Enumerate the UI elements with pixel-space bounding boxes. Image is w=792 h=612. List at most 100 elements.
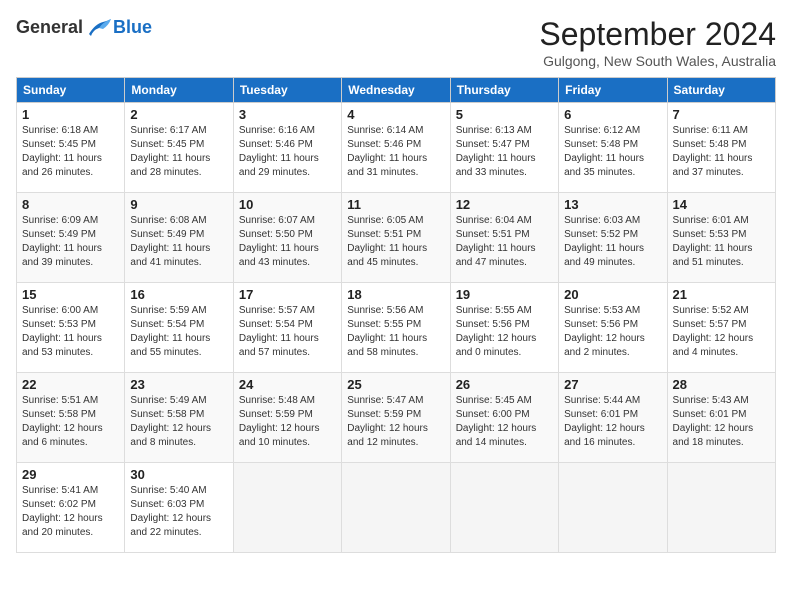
table-row: 1 Sunrise: 6:18 AM Sunset: 5:45 PM Daylig… [17,103,125,193]
table-row: 12Sunrise: 6:04 AM Sunset: 5:51 PM Dayli… [450,193,558,283]
day-info: Sunrise: 6:05 AM Sunset: 5:51 PM Dayligh… [347,214,444,270]
day-number: 17 [239,287,336,302]
day-number: 19 [456,287,553,302]
day-info: Sunrise: 6:00 AM Sunset: 5:53 PM Dayligh… [22,304,119,360]
day-info: Sunrise: 6:13 AM Sunset: 5:47 PM Dayligh… [456,124,553,180]
table-row: 15 Sunrise: 6:00 AM Sunset: 5:53 PM Dayli… [17,283,125,373]
logo-general-text: General [16,17,83,38]
day-number: 29 [22,467,119,482]
calendar-week-row: 15 Sunrise: 6:00 AM Sunset: 5:53 PM Dayli… [17,283,776,373]
day-info: Sunrise: 6:04 AM Sunset: 5:51 PM Dayligh… [456,214,553,270]
col-wednesday: Wednesday [342,78,450,103]
day-number: 30 [130,467,227,482]
day-number: 24 [239,377,336,392]
day-info: Sunrise: 5:59 AM Sunset: 5:54 PM Dayligh… [130,304,227,360]
calendar-week-row: 1 Sunrise: 6:18 AM Sunset: 5:45 PM Daylig… [17,103,776,193]
day-info: Sunrise: 6:08 AM Sunset: 5:49 PM Dayligh… [130,214,227,270]
day-info: Sunrise: 6:16 AM Sunset: 5:46 PM Dayligh… [239,124,336,180]
calendar-header-row: Sunday Monday Tuesday Wednesday Thursday… [17,78,776,103]
day-info: Sunrise: 5:44 AM Sunset: 6:01 PM Dayligh… [564,394,661,450]
day-info: Sunrise: 5:53 AM Sunset: 5:56 PM Dayligh… [564,304,661,360]
day-info: Sunrise: 6:18 AM Sunset: 5:45 PM Dayligh… [22,124,119,180]
table-row: 2 Sunrise: 6:17 AM Sunset: 5:45 PM Daylig… [125,103,233,193]
day-number: 3 [239,107,336,122]
logo-blue-text: Blue [113,17,152,38]
day-info: Sunrise: 5:40 AM Sunset: 6:03 PM Dayligh… [130,484,227,540]
day-info: Sunrise: 5:51 AM Sunset: 5:58 PM Dayligh… [22,394,119,450]
table-row: 28Sunrise: 5:43 AM Sunset: 6:01 PM Dayli… [667,373,775,463]
table-row: 11 Sunrise: 6:05 AM Sunset: 5:51 PM Dayli… [342,193,450,283]
col-monday: Monday [125,78,233,103]
logo-bird-icon [85,16,113,38]
day-info: Sunrise: 5:55 AM Sunset: 5:56 PM Dayligh… [456,304,553,360]
day-info: Sunrise: 6:12 AM Sunset: 5:48 PM Dayligh… [564,124,661,180]
table-row: 18Sunrise: 5:56 AM Sunset: 5:55 PM Dayli… [342,283,450,373]
table-row: 4 Sunrise: 6:14 AM Sunset: 5:46 PM Daylig… [342,103,450,193]
day-number: 8 [22,197,119,212]
day-info: Sunrise: 6:11 AM Sunset: 5:48 PM Dayligh… [673,124,770,180]
day-number: 1 [22,107,119,122]
day-number: 6 [564,107,661,122]
day-number: 4 [347,107,444,122]
col-sunday: Sunday [17,78,125,103]
col-saturday: Saturday [667,78,775,103]
day-number: 11 [347,197,444,212]
day-info: Sunrise: 6:01 AM Sunset: 5:53 PM Dayligh… [673,214,770,270]
table-row: 14 Sunrise: 6:01 AM Sunset: 5:53 PM Dayli… [667,193,775,283]
day-number: 25 [347,377,444,392]
table-row [667,463,775,553]
table-row: 23Sunrise: 5:49 AM Sunset: 5:58 PM Dayli… [125,373,233,463]
table-row: 7Sunrise: 6:11 AM Sunset: 5:48 PM Daylig… [667,103,775,193]
day-number: 22 [22,377,119,392]
table-row: 26Sunrise: 5:45 AM Sunset: 6:00 PM Dayli… [450,373,558,463]
month-title: September 2024 [539,16,776,53]
table-row: 27Sunrise: 5:44 AM Sunset: 6:01 PM Dayli… [559,373,667,463]
day-number: 26 [456,377,553,392]
day-number: 16 [130,287,227,302]
day-info: Sunrise: 5:43 AM Sunset: 6:01 PM Dayligh… [673,394,770,450]
table-row: 17 Sunrise: 5:57 AM Sunset: 5:54 PM Dayli… [233,283,341,373]
day-info: Sunrise: 5:47 AM Sunset: 5:59 PM Dayligh… [347,394,444,450]
day-info: Sunrise: 6:17 AM Sunset: 5:45 PM Dayligh… [130,124,227,180]
table-row: 13 Sunrise: 6:03 AM Sunset: 5:52 PM Dayli… [559,193,667,283]
table-row: 10 Sunrise: 6:07 AM Sunset: 5:50 PM Dayli… [233,193,341,283]
calendar-week-row: 22 Sunrise: 5:51 AM Sunset: 5:58 PM Dayli… [17,373,776,463]
table-row: 25 Sunrise: 5:47 AM Sunset: 5:59 PM Dayli… [342,373,450,463]
table-row [450,463,558,553]
day-number: 13 [564,197,661,212]
day-info: Sunrise: 6:09 AM Sunset: 5:49 PM Dayligh… [22,214,119,270]
day-number: 5 [456,107,553,122]
day-info: Sunrise: 5:52 AM Sunset: 5:57 PM Dayligh… [673,304,770,360]
table-row: 21 Sunrise: 5:52 AM Sunset: 5:57 PM Dayli… [667,283,775,373]
table-row: 22 Sunrise: 5:51 AM Sunset: 5:58 PM Dayli… [17,373,125,463]
day-info: Sunrise: 5:57 AM Sunset: 5:54 PM Dayligh… [239,304,336,360]
calendar-table: Sunday Monday Tuesday Wednesday Thursday… [16,77,776,553]
col-friday: Friday [559,78,667,103]
day-info: Sunrise: 6:07 AM Sunset: 5:50 PM Dayligh… [239,214,336,270]
day-number: 14 [673,197,770,212]
table-row: 16 Sunrise: 5:59 AM Sunset: 5:54 PM Dayli… [125,283,233,373]
day-number: 20 [564,287,661,302]
table-row [233,463,341,553]
page-header: General Blue September 2024 Gulgong, New… [16,16,776,69]
day-info: Sunrise: 5:49 AM Sunset: 5:58 PM Dayligh… [130,394,227,450]
col-thursday: Thursday [450,78,558,103]
day-number: 2 [130,107,227,122]
table-row: 5 Sunrise: 6:13 AM Sunset: 5:47 PM Daylig… [450,103,558,193]
table-row: 30 Sunrise: 5:40 AM Sunset: 6:03 PM Dayli… [125,463,233,553]
table-row: 8 Sunrise: 6:09 AM Sunset: 5:49 PM Daylig… [17,193,125,283]
table-row: 19 Sunrise: 5:55 AM Sunset: 5:56 PM Dayli… [450,283,558,373]
calendar-week-row: 8 Sunrise: 6:09 AM Sunset: 5:49 PM Daylig… [17,193,776,283]
day-number: 10 [239,197,336,212]
table-row [559,463,667,553]
day-info: Sunrise: 6:03 AM Sunset: 5:52 PM Dayligh… [564,214,661,270]
day-info: Sunrise: 5:56 AM Sunset: 5:55 PM Dayligh… [347,304,444,360]
day-number: 21 [673,287,770,302]
table-row: 20 Sunrise: 5:53 AM Sunset: 5:56 PM Dayli… [559,283,667,373]
day-info: Sunrise: 5:41 AM Sunset: 6:02 PM Dayligh… [22,484,119,540]
day-number: 9 [130,197,227,212]
day-info: Sunrise: 6:14 AM Sunset: 5:46 PM Dayligh… [347,124,444,180]
col-tuesday: Tuesday [233,78,341,103]
day-info: Sunrise: 5:48 AM Sunset: 5:59 PM Dayligh… [239,394,336,450]
day-number: 15 [22,287,119,302]
